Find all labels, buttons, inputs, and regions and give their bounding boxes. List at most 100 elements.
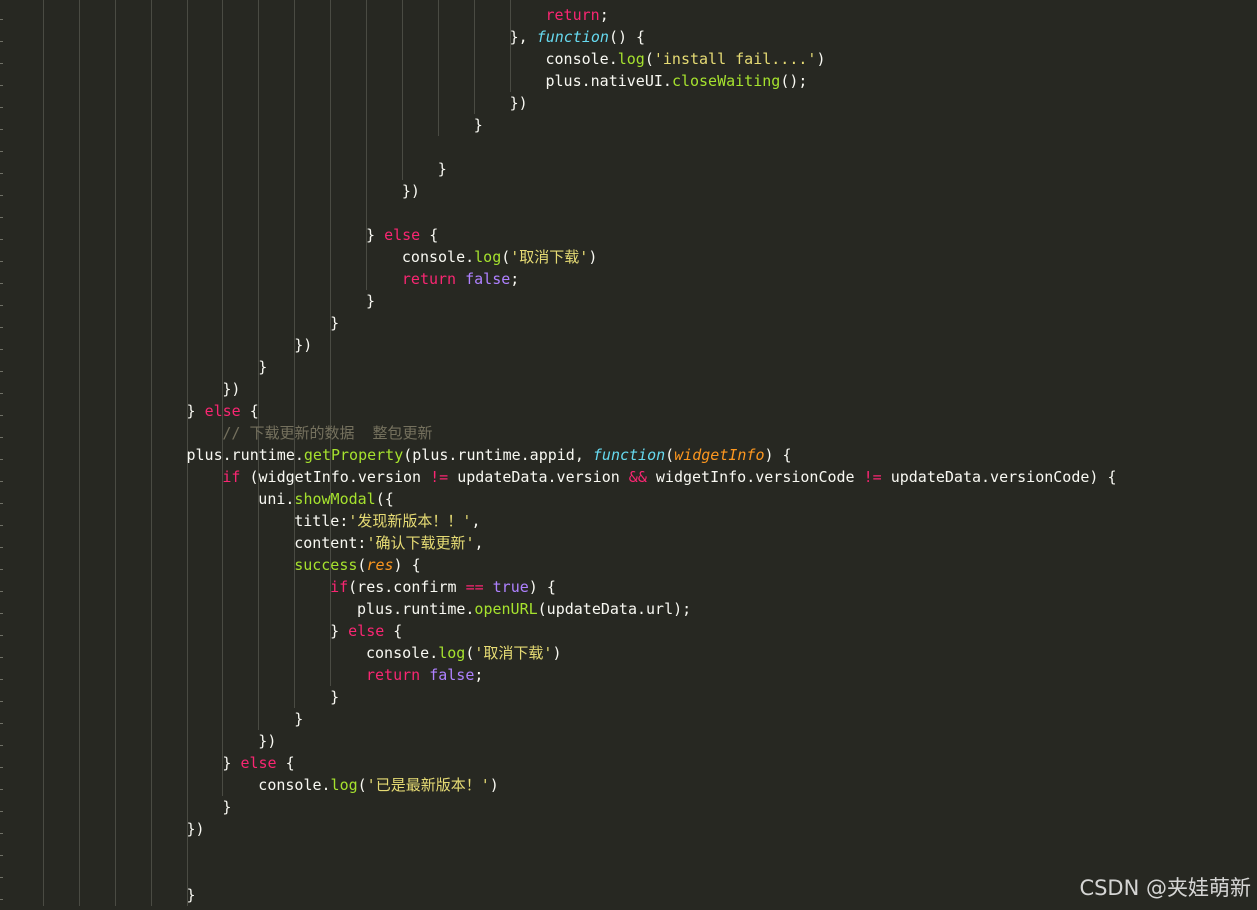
code-text: }	[330, 622, 349, 640]
gutter-tick	[0, 85, 3, 86]
gutter-tick	[0, 899, 3, 900]
keyword-token: &&	[628, 468, 647, 486]
code-text: (plus.runtime.appid,	[403, 446, 593, 464]
keyword-token: !=	[863, 468, 882, 486]
parameter-token: res	[366, 556, 394, 574]
code-text: }	[330, 688, 340, 706]
code-line: success(res) {	[294, 554, 420, 576]
code-line: })	[258, 730, 276, 752]
code-line: }	[330, 686, 339, 708]
code-text: console.	[401, 248, 475, 266]
code-text: )	[489, 776, 499, 794]
gutter-tick	[0, 767, 3, 768]
gutter-tick	[0, 437, 3, 438]
code-text: }	[258, 358, 268, 376]
gutter-tick	[0, 371, 3, 372]
code-text: }	[437, 160, 447, 178]
gutter-tick	[0, 129, 3, 130]
keyword-token: ==	[465, 578, 484, 596]
indent-guide	[115, 0, 116, 906]
code-text: }	[366, 292, 376, 310]
gutter-tick	[0, 261, 3, 262]
gutter-tick	[0, 745, 3, 746]
gutter-tick	[0, 679, 3, 680]
gutter-tick	[0, 701, 3, 702]
code-text: },	[509, 28, 537, 46]
indent-guide	[151, 0, 152, 906]
code-line: uni.showModal({	[258, 488, 393, 510]
keyword-token: else	[204, 402, 241, 420]
code-text: uni.	[258, 490, 295, 508]
function-token: showModal	[294, 490, 376, 508]
gutter-tick	[0, 415, 3, 416]
keyword-token: else	[240, 754, 277, 772]
code-editor[interactable]: return;}, function() {console.log('insta…	[0, 0, 1257, 910]
code-line: }	[187, 884, 196, 906]
code-text: }	[294, 710, 304, 728]
code-line: return false;	[366, 664, 483, 686]
code-text: )	[816, 50, 826, 68]
code-text: ) {	[528, 578, 556, 596]
constant-token: true	[492, 578, 529, 596]
code-line: }	[222, 796, 231, 818]
code-text: (updateData.url);	[537, 600, 692, 618]
function-token: log	[474, 248, 502, 266]
code-text: }	[186, 402, 205, 420]
code-line: // 下载更新的数据 整包更新	[222, 422, 432, 444]
gutter-tick	[0, 811, 3, 812]
keyword-token: if	[330, 578, 349, 596]
parameter-token: widgetInfo	[674, 446, 765, 464]
code-text: })	[258, 732, 277, 750]
code-text: {	[276, 754, 295, 772]
code-text: }	[186, 886, 196, 904]
code-text: updateData.versionCode) {	[881, 468, 1117, 486]
code-text: {	[240, 402, 259, 420]
string-token: '取消下载'	[510, 248, 589, 266]
code-text: plus.runtime.	[357, 600, 475, 618]
code-line: plus.nativeUI.closeWaiting();	[546, 70, 808, 92]
code-text: console.	[545, 50, 618, 68]
gutter-tick	[0, 349, 3, 350]
gutter-tick	[0, 107, 3, 108]
gutter-tick	[0, 481, 3, 482]
gutter-tick	[0, 591, 3, 592]
code-text: }	[473, 116, 483, 134]
code-line: }	[438, 158, 447, 180]
code-text: })	[222, 380, 241, 398]
keyword-token: return	[401, 270, 457, 288]
code-text: (	[501, 248, 511, 266]
code-line: }	[474, 114, 483, 136]
gutter-tick	[0, 877, 3, 878]
code-text: ({	[375, 490, 394, 508]
code-line: }	[366, 290, 375, 312]
code-text: ,	[474, 534, 484, 552]
code-text: widgetInfo.versionCode	[646, 468, 864, 486]
function-token: closeWaiting	[671, 72, 781, 90]
function-token: openURL	[474, 600, 538, 618]
gutter-tick	[0, 327, 3, 328]
code-line: console.log('已是最新版本！')	[258, 774, 498, 796]
code-text: ();	[780, 72, 808, 90]
gutter-tick	[0, 393, 3, 394]
code-text: }	[222, 798, 232, 816]
gutter-tick	[0, 195, 3, 196]
code-text: title:	[294, 512, 349, 530]
gutter-tick	[0, 613, 3, 614]
code-line: if (widgetInfo.version != updateData.ver…	[222, 466, 1116, 488]
code-text: (widgetInfo.version	[240, 468, 431, 486]
code-text: }	[366, 226, 385, 244]
code-line: })	[222, 378, 240, 400]
code-line: plus.runtime.openURL(updateData.url);	[357, 598, 691, 620]
gutter-tick	[0, 855, 3, 856]
function-token: log	[330, 776, 358, 794]
indent-guide	[474, 0, 475, 114]
keyword-token: if	[222, 468, 241, 486]
code-text: (	[644, 50, 654, 68]
gutter-tick	[0, 503, 3, 504]
code-line: } else {	[187, 400, 259, 422]
gutter-tick	[0, 569, 3, 570]
code-text: })	[509, 94, 528, 112]
string-token: 'install fail....'	[653, 50, 817, 68]
code-text: (	[665, 446, 675, 464]
